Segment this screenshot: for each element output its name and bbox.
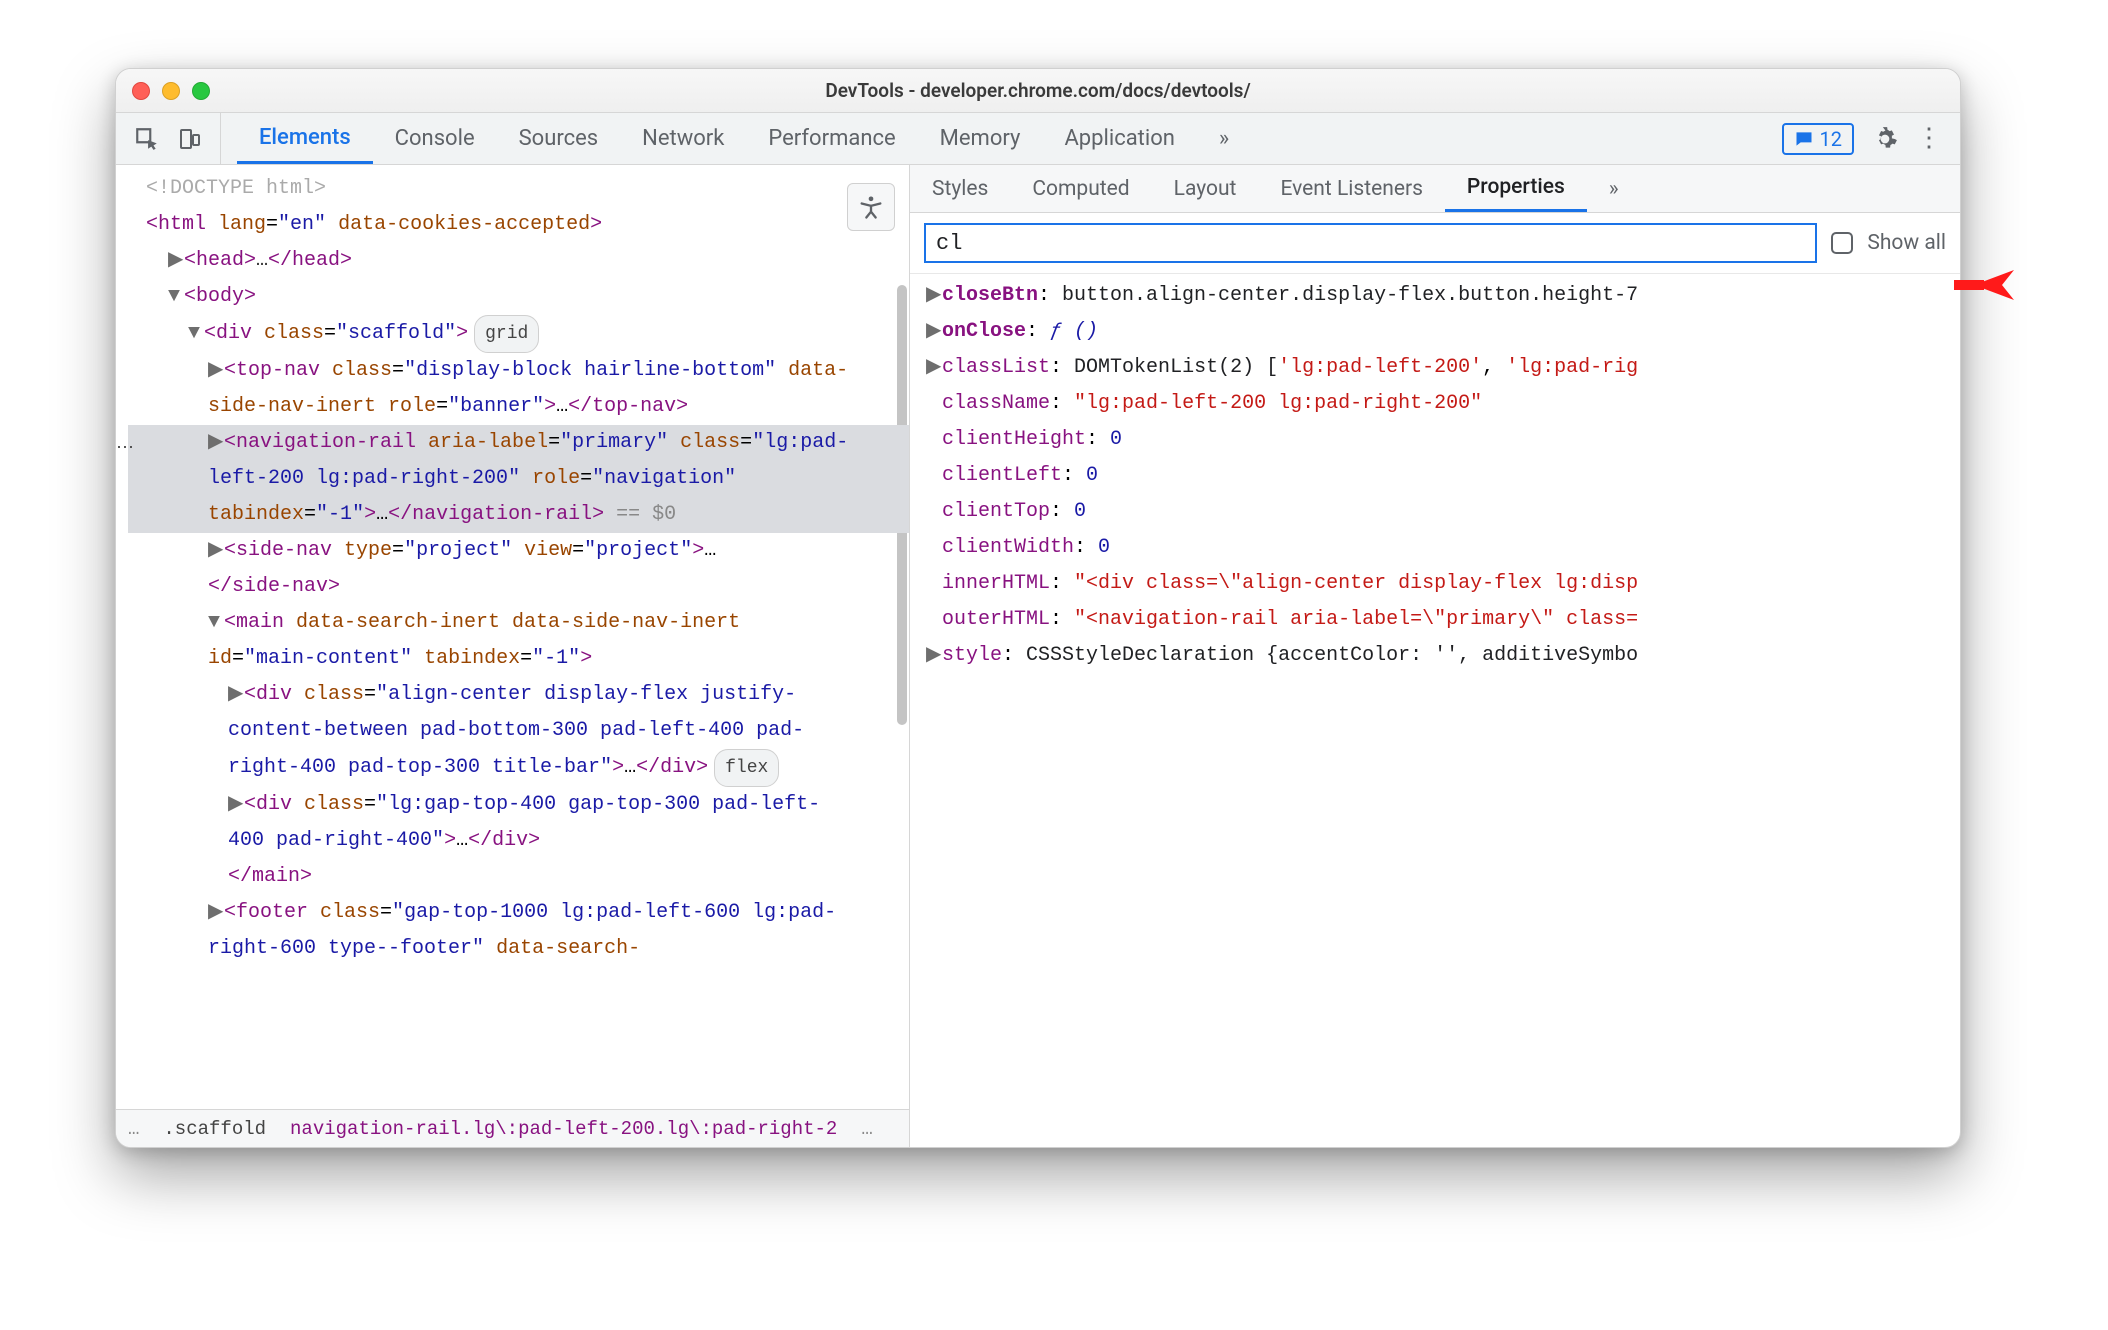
traffic-lights	[132, 82, 210, 100]
dom-tree[interactable]: <!DOCTYPE html> <html lang="en" data-coo…	[116, 165, 909, 1109]
zoom-window-icon[interactable]	[192, 82, 210, 100]
dom-main[interactable]: ▼<main data-search-inert data-side-nav-i…	[128, 605, 909, 677]
device-toggle-icon[interactable]	[178, 126, 202, 152]
crumb-ellipsis-left[interactable]: …	[116, 1118, 151, 1140]
subtab-styles[interactable]: Styles	[910, 165, 1010, 212]
window-title: DevTools - developer.chrome.com/docs/dev…	[116, 79, 1960, 102]
show-all-label: Show all	[1867, 231, 1946, 255]
crumb-ellipsis-right[interactable]: …	[849, 1118, 884, 1140]
properties-filter-row: Show all	[910, 213, 1960, 274]
breadcrumb-bar[interactable]: … .scaffold navigation-rail.lg\:pad-left…	[116, 1109, 909, 1147]
selection-marker-icon: ⋯	[116, 431, 136, 467]
close-window-icon[interactable]	[132, 82, 150, 100]
layout-badge-flex[interactable]: flex	[714, 749, 779, 787]
tab-console[interactable]: Console	[373, 113, 497, 164]
dom-footer[interactable]: ▶<footer class="gap-top-1000 lg:pad-left…	[128, 895, 909, 967]
dom-topnav[interactable]: ▶<top-nav class="display-block hairline-…	[128, 353, 909, 425]
panel-tabs: Elements Console Sources Network Perform…	[221, 113, 1764, 164]
tab-memory[interactable]: Memory	[918, 113, 1043, 164]
sidebar-tabs: Styles Computed Layout Event Listeners P…	[910, 165, 1960, 213]
dom-sidenav[interactable]: ▶<side-nav type="project" view="project"…	[128, 533, 909, 605]
properties-list[interactable]: ▶closeBtn: button.align-center.display-f…	[910, 274, 1960, 1147]
minimize-window-icon[interactable]	[162, 82, 180, 100]
dom-body[interactable]: ▼<body>	[128, 279, 909, 315]
more-menu-icon[interactable]: ⋮	[1916, 132, 1942, 145]
layout-badge-grid[interactable]: grid	[474, 315, 539, 353]
elements-panel: <!DOCTYPE html> <html lang="en" data-coo…	[116, 165, 910, 1147]
tab-performance[interactable]: Performance	[746, 113, 917, 164]
prop-classname[interactable]: className: "lg:pad-left-200 lg:pad-right…	[920, 386, 1960, 422]
accessibility-tree-icon[interactable]	[847, 183, 895, 231]
window-titlebar: DevTools - developer.chrome.com/docs/dev…	[116, 69, 1960, 113]
subtab-layout[interactable]: Layout	[1152, 165, 1259, 212]
issues-counter[interactable]: 12	[1782, 123, 1854, 155]
prop-onclose[interactable]: ▶onClose: ƒ ()	[920, 314, 1960, 350]
tab-elements[interactable]: Elements	[237, 113, 373, 164]
devtools-window: DevTools - developer.chrome.com/docs/dev…	[115, 68, 1961, 1148]
tab-network[interactable]: Network	[620, 113, 746, 164]
prop-style[interactable]: ▶style: CSSStyleDeclaration {accentColor…	[920, 638, 1960, 674]
issues-count: 12	[1820, 127, 1842, 151]
tab-application[interactable]: Application	[1042, 113, 1196, 164]
prop-closebtn[interactable]: ▶closeBtn: button.align-center.display-f…	[920, 278, 1960, 314]
subtab-properties[interactable]: Properties	[1445, 165, 1587, 212]
tab-sources[interactable]: Sources	[497, 113, 621, 164]
prop-classlist[interactable]: ▶classList: DOMTokenList(2) ['lg:pad-lef…	[920, 350, 1960, 386]
prop-clientwidth[interactable]: clientWidth: 0	[920, 530, 1960, 566]
sidebar-panel: Styles Computed Layout Event Listeners P…	[910, 165, 1960, 1147]
panels-container: <!DOCTYPE html> <html lang="en" data-coo…	[116, 165, 1960, 1147]
show-all-checkbox[interactable]	[1831, 232, 1853, 254]
tabs-overflow-icon[interactable]: »	[1197, 113, 1251, 164]
crumb-scaffold[interactable]: .scaffold	[151, 1118, 278, 1140]
prop-clientheight[interactable]: clientHeight: 0	[920, 422, 1960, 458]
main-toolbar: Elements Console Sources Network Perform…	[116, 113, 1960, 165]
dom-scaffold[interactable]: ▼<div class="scaffold">grid	[128, 315, 909, 353]
dom-content-div[interactable]: ▶<div class="lg:gap-top-400 gap-top-300 …	[128, 787, 909, 859]
dom-head[interactable]: ▶<head>…</head>	[128, 243, 909, 279]
dom-main-close[interactable]: </main>	[128, 859, 909, 895]
subtab-event-listeners[interactable]: Event Listeners	[1258, 165, 1444, 212]
settings-gear-icon[interactable]	[1872, 126, 1898, 152]
dom-doctype: <!DOCTYPE html>	[128, 171, 909, 207]
crumb-navigation-rail[interactable]: navigation-rail.lg\:pad-left-200.lg\:pad…	[278, 1118, 849, 1140]
prop-innerhtml[interactable]: innerHTML: "<div class=\"align-center di…	[920, 566, 1960, 602]
prop-outerhtml[interactable]: outerHTML: "<navigation-rail aria-label=…	[920, 602, 1960, 638]
subtab-computed[interactable]: Computed	[1010, 165, 1151, 212]
properties-filter-input[interactable]	[924, 223, 1817, 263]
inspect-element-icon[interactable]	[134, 126, 160, 152]
dom-html-open[interactable]: <html lang="en" data-cookies-accepted>	[128, 207, 909, 243]
callout-arrow-icon	[1954, 258, 2108, 324]
message-icon	[1794, 129, 1814, 149]
dom-titlebar-div[interactable]: ▶<div class="align-center display-flex j…	[128, 677, 909, 787]
prop-clienttop[interactable]: clientTop: 0	[920, 494, 1960, 530]
subtabs-overflow-icon[interactable]: »	[1587, 165, 1641, 212]
prop-clientleft[interactable]: clientLeft: 0	[920, 458, 1960, 494]
dom-navigation-rail-selected[interactable]: ⋯ ▶<navigation-rail aria-label="primary"…	[128, 425, 909, 533]
